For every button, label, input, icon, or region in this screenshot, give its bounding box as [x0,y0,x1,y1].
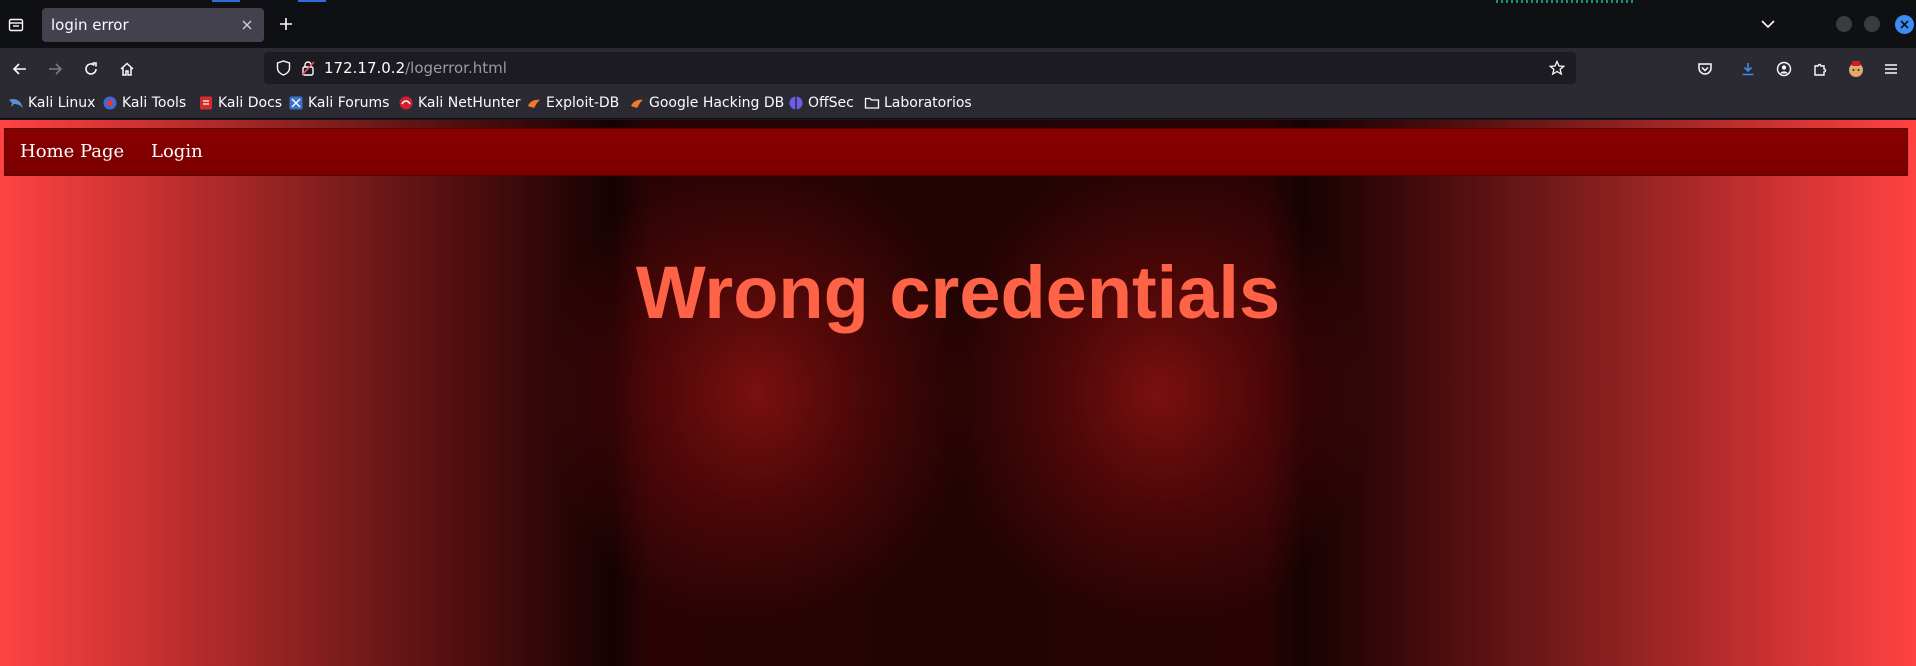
bookmark-label: Laboratorios [884,95,972,111]
bookmark-kali-nethunter[interactable]: Kali NetHunter [398,93,520,113]
bookmark-label: Exploit-DB [546,95,620,111]
ghdb-icon [629,95,645,111]
puzzle-icon [1814,63,1827,76]
kali-dragon-icon [8,95,24,111]
bookmark-star-button[interactable] [1548,59,1566,77]
exploit-db-icon [526,95,542,111]
kali-nethunter-icon [398,95,414,111]
folder-icon [864,95,880,111]
reload-button[interactable] [78,56,104,82]
insecure-lock-icon [301,61,315,76]
bookmark-label: Kali Docs [218,95,283,111]
tab-title: login error [51,16,129,34]
url-host: 172.17.0.2 [324,59,406,77]
arrow-right-icon [49,63,63,75]
tab-strip-indicator [298,0,326,2]
pocket-icon [1698,63,1712,75]
extensions-button[interactable] [1807,56,1833,82]
bookmark-kali-linux[interactable]: Kali Linux [8,93,95,113]
close-icon [1900,20,1909,29]
kali-docs-icon [198,95,214,111]
reload-icon [85,62,97,75]
extension-avatar-button[interactable] [1843,56,1869,82]
extension-mascot-icon [1849,61,1863,77]
kali-forums-icon [288,95,304,111]
account-icon [1776,61,1792,77]
pocket-button[interactable] [1692,56,1718,82]
firefox-view-icon [8,18,24,32]
arrow-left-icon [12,63,26,75]
window-close-button[interactable] [1895,15,1914,34]
window-maximize-button[interactable] [1864,16,1880,32]
error-heading: Wrong credentials [635,251,1281,334]
bookmark-label: Kali Forums [308,95,390,111]
shield-icon [276,60,290,76]
star-icon [1549,60,1565,76]
window-minimize-button[interactable] [1836,16,1852,32]
nav-link-login[interactable]: Login [151,141,203,162]
tab-bar: login error [0,0,1916,48]
back-button[interactable] [7,56,33,82]
site-navbar: Home Page Login [4,128,1908,176]
bookmark-kali-tools[interactable]: Kali Tools [102,93,186,113]
firefox-view-button[interactable] [0,10,32,40]
menu-button[interactable] [1878,56,1904,82]
tab-active[interactable]: login error [42,8,264,42]
bookmark-label: Kali NetHunter [418,95,521,111]
bookmark-label: OffSec [808,95,854,111]
tab-strip-indicator [212,0,240,2]
kali-tools-icon [102,95,118,111]
home-button[interactable] [114,56,140,82]
bookmark-kali-docs[interactable]: Kali Docs [198,93,282,113]
url-path: /logerror.html [405,59,507,77]
bookmark-label: Kali Linux [28,95,96,111]
downloads-button[interactable] [1735,56,1761,82]
hamburger-menu-icon [1885,64,1897,74]
bookmark-label: Google Hacking DB [649,95,785,111]
bookmark-google-hacking-db[interactable]: Google Hacking DB [629,93,784,113]
forward-button[interactable] [42,56,68,82]
bookmark-offsec[interactable]: OffSec [788,93,854,113]
url-text: 172.17.0.2/logerror.html [324,59,507,77]
bookmark-kali-forums[interactable]: Kali Forums [288,93,389,113]
bookmark-exploit-db[interactable]: Exploit-DB [526,93,619,113]
chevron-down-icon [1761,20,1775,29]
browser-window: login error 172.17.0.2/logerror.html Kal… [0,0,1916,666]
close-icon [242,20,252,30]
new-tab-button[interactable] [274,12,298,36]
bookmarks-toolbar: Kali Linux Kali Tools Kali Docs Kali For… [0,88,1916,119]
home-icon [120,62,134,76]
plus-icon [280,18,292,30]
list-all-tabs-button[interactable] [1756,12,1780,36]
site-security-button[interactable] [299,59,317,77]
offsec-icon [788,95,804,111]
bookmark-label: Kali Tools [122,95,187,111]
system-tray-indicator [1496,0,1636,3]
tracking-protection-button[interactable] [274,59,292,77]
bookmark-folder-laboratorios[interactable]: Laboratorios [864,93,972,113]
account-button[interactable] [1771,56,1797,82]
tab-close-button[interactable] [238,16,256,34]
download-icon [1742,63,1754,76]
nav-link-home-page[interactable]: Home Page [20,141,124,162]
page-content: Home Page Login Wrong credentials [0,120,1916,666]
url-bar[interactable]: 172.17.0.2/logerror.html [264,52,1576,84]
